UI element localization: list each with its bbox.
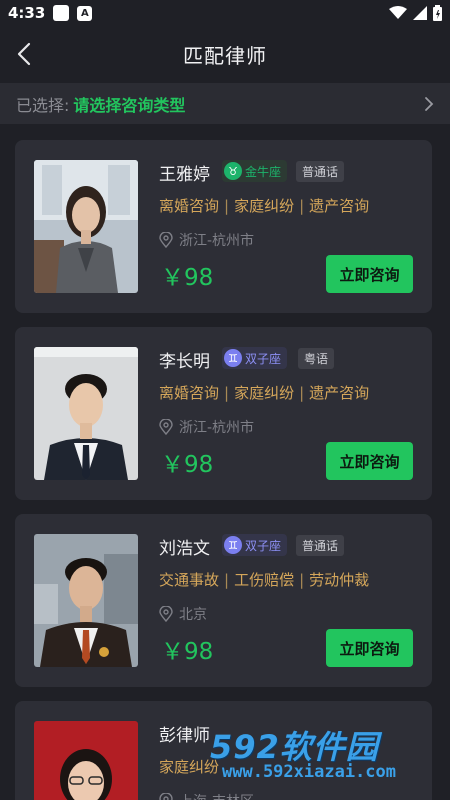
zodiac-badge: ♊ 双子座 bbox=[222, 347, 288, 369]
gemini-icon: ♊ bbox=[224, 349, 242, 367]
consult-now-button[interactable]: 立即咨询 bbox=[326, 255, 413, 293]
consult-type-selector[interactable]: 已选择: 请选择咨询类型 bbox=[0, 83, 450, 124]
language-badge: 普通话 bbox=[296, 161, 345, 182]
specialty-tag: 遗产咨询 bbox=[309, 197, 370, 215]
location-text: 浙江-杭州市 bbox=[179, 420, 255, 436]
lawyer-name: 王雅婷 bbox=[159, 165, 210, 185]
zodiac-badge: ♊ 双子座 bbox=[222, 534, 288, 556]
consult-now-button[interactable]: 立即咨询 bbox=[326, 629, 413, 667]
location-text: 上海-吉林区 bbox=[179, 791, 254, 800]
consult-now-button[interactable]: 立即咨询 bbox=[326, 442, 413, 480]
zodiac-label: 金牛座 bbox=[245, 164, 282, 179]
chevron-right-icon bbox=[425, 96, 434, 111]
notification-a-icon: A bbox=[77, 5, 93, 21]
language-badge: 普通话 bbox=[296, 535, 345, 556]
specialties: 离婚咨询 | 家庭纠纷 | 遗产咨询 bbox=[159, 197, 370, 215]
app-header: 匹配律师 bbox=[0, 26, 450, 82]
specialty-tag: 家庭纠纷 bbox=[234, 197, 295, 215]
location: 北京 bbox=[159, 604, 207, 624]
chevron-left-icon bbox=[17, 42, 31, 66]
specialties: 交通事故 | 工伤赔偿 | 劳动仲裁 bbox=[159, 571, 370, 589]
zodiac-badge: ♉ 金牛座 bbox=[222, 160, 288, 182]
location: 浙江-杭州市 bbox=[159, 417, 254, 437]
specialties: 离婚咨询 | 家庭纠纷 | 遗产咨询 bbox=[159, 384, 370, 402]
selector-value: 请选择咨询类型 bbox=[73, 95, 186, 115]
watermark-url: www.592xiazai.com bbox=[222, 762, 396, 782]
specialty-tag: 家庭纠纷 bbox=[234, 384, 295, 402]
lawyer-photo bbox=[34, 534, 138, 667]
status-icons bbox=[389, 5, 442, 21]
notification-square-icon bbox=[53, 5, 70, 21]
specialty-tag: 交通事故 bbox=[159, 571, 220, 589]
lawyer-photo bbox=[34, 721, 138, 800]
lawyer-card[interactable]: 王雅婷 ♉ 金牛座 普通话 离婚咨询 | 家庭纠纷 | 遗产咨询 浙江-杭州市 ￥98 … bbox=[15, 140, 432, 313]
location: 浙江-杭州市 bbox=[159, 230, 254, 250]
selector-label: 已选择: bbox=[16, 95, 70, 115]
lawyer-photo bbox=[34, 160, 138, 293]
lawyer-card[interactable]: 刘浩文 ♊ 双子座 普通话 交通事故 | 工伤赔偿 | 劳动仲裁 北京 ￥98 立即咨询 bbox=[15, 514, 432, 687]
zodiac-label: 双子座 bbox=[245, 538, 282, 553]
page-title: 匹配律师 bbox=[183, 43, 267, 68]
location-text: 浙江-杭州市 bbox=[179, 233, 255, 249]
lawyer-photo bbox=[34, 347, 138, 480]
signal-icon bbox=[413, 6, 427, 20]
specialty-tag: 遗产咨询 bbox=[309, 384, 370, 402]
status-time: 4:33 bbox=[8, 4, 46, 22]
location: 上海-吉林区 bbox=[159, 791, 254, 800]
language-badge: 粤语 bbox=[298, 348, 335, 369]
location-pin-icon bbox=[159, 419, 173, 435]
wifi-icon bbox=[389, 6, 407, 19]
battery-icon bbox=[433, 5, 442, 21]
lawyer-name: 刘浩文 bbox=[159, 539, 210, 559]
specialty-tag: 工伤赔偿 bbox=[234, 571, 295, 589]
price: ￥98 bbox=[161, 265, 214, 291]
zodiac-label: 双子座 bbox=[245, 351, 282, 366]
back-button[interactable] bbox=[10, 40, 38, 68]
lawyer-card[interactable]: 李长明 ♊ 双子座 粤语 离婚咨询 | 家庭纠纷 | 遗产咨询 浙江-杭州市 ￥98 立… bbox=[15, 327, 432, 500]
location-pin-icon bbox=[159, 793, 173, 800]
location-pin-icon bbox=[159, 606, 173, 622]
status-bar: 4:33 A bbox=[0, 0, 450, 26]
watermark: 592软件园 www.592xiazai.com bbox=[206, 722, 450, 788]
specialty-tag: 离婚咨询 bbox=[159, 197, 220, 215]
price: ￥98 bbox=[161, 452, 214, 478]
lawyer-name: 彭律师 bbox=[159, 726, 210, 746]
location-pin-icon bbox=[159, 232, 173, 248]
specialty-tag: 离婚咨询 bbox=[159, 384, 220, 402]
specialty-tag: 劳动仲裁 bbox=[309, 571, 370, 589]
price: ￥98 bbox=[161, 639, 214, 665]
taurus-icon: ♉ bbox=[224, 162, 242, 180]
location-text: 北京 bbox=[179, 607, 207, 623]
lawyer-name: 李长明 bbox=[159, 352, 210, 372]
gemini-icon: ♊ bbox=[224, 536, 242, 554]
